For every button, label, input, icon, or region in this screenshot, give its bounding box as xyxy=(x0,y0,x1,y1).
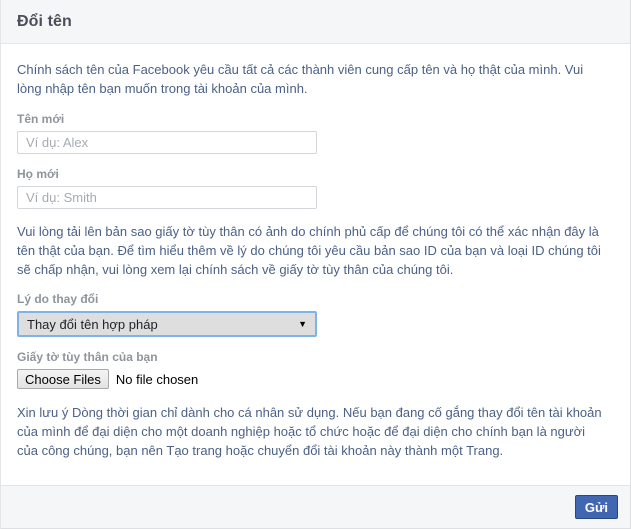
dialog-body: Chính sách tên của Facebook yêu cầu tất … xyxy=(1,44,630,485)
dialog-footer: Gửi xyxy=(1,485,630,529)
chevron-down-icon: ▼ xyxy=(298,318,307,329)
last-name-field: Họ mới xyxy=(17,167,614,209)
file-input-row[interactable]: Choose Files No file chosen xyxy=(17,369,614,389)
upload-field: Giấy tờ tùy thân của bạn Choose Files No… xyxy=(17,350,614,389)
dialog-header: Đổi tên xyxy=(1,0,630,44)
first-name-field: Tên mới xyxy=(17,112,614,154)
first-name-label: Tên mới xyxy=(17,112,65,126)
intro-paragraph: Chính sách tên của Facebook yêu cầu tất … xyxy=(17,62,584,96)
submit-button[interactable]: Gửi xyxy=(574,495,618,519)
reason-label: Lý do thay đổi xyxy=(17,292,99,306)
last-name-label: Họ mới xyxy=(17,167,59,181)
page-title: Đổi tên xyxy=(17,12,72,30)
reason-select[interactable]: Thay đổi tên hợp pháp ▼ xyxy=(17,311,317,337)
reason-select-wrapper: Thay đổi tên hợp pháp ▼ xyxy=(17,311,317,337)
choose-files-button[interactable]: Choose Files xyxy=(17,369,109,389)
upload-label: Giấy tờ tùy thân của bạn xyxy=(17,350,158,364)
reason-field: Lý do thay đổi Thay đổi tên hợp pháp ▼ xyxy=(17,292,614,337)
id-policy-paragraph: Vui lòng tải lên bản sao giấy tờ tùy thâ… xyxy=(17,224,601,277)
file-status-text: No file chosen xyxy=(115,371,199,387)
first-name-input[interactable] xyxy=(17,131,317,154)
change-name-dialog: Đổi tên Chính sách tên của Facebook yêu … xyxy=(0,0,631,529)
reason-select-value: Thay đổi tên hợp pháp xyxy=(27,316,158,332)
note-paragraph: Xin lưu ý Dòng thời gian chỉ dành cho cá… xyxy=(17,405,602,458)
last-name-input[interactable] xyxy=(17,186,317,209)
